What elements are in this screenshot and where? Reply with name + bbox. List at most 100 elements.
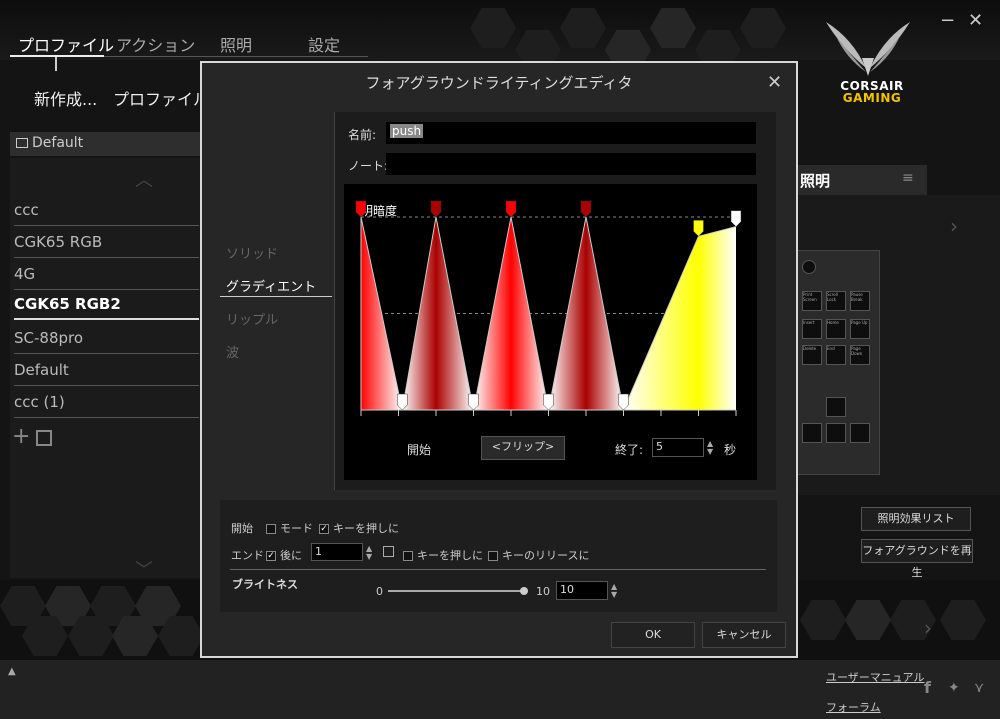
led-key[interactable] (802, 260, 816, 274)
end-time-input[interactable]: 5 (652, 438, 704, 457)
keyboard-key[interactable]: Page Up (850, 319, 870, 339)
option-ripple[interactable]: リップル (226, 309, 278, 328)
mode-checkbox[interactable]: モード (266, 520, 313, 536)
keyboard-key[interactable]: Delete (802, 345, 822, 365)
brightness-section-label: ブライトネス (232, 578, 298, 591)
chevron-right-icon[interactable]: › (924, 616, 932, 640)
color-stop-handle[interactable] (355, 200, 367, 218)
end-release-label: キーのリリースに (502, 549, 590, 562)
play-foreground-button[interactable]: フォアグラウンドを再生 (861, 539, 973, 579)
end-keypress-checkbox[interactable]: キーを押しに (403, 547, 483, 563)
import-profile-icon[interactable] (36, 430, 52, 446)
scroll-up-icon[interactable]: ︿ (135, 166, 153, 192)
profile-item[interactable]: ccc (1) (14, 388, 199, 418)
chevron-right-icon[interactable]: › (950, 214, 958, 238)
link-icon (383, 546, 394, 557)
start-keypress-box[interactable]: ✓ (319, 524, 329, 534)
lighting-panel-title: 照明 (800, 172, 831, 190)
keyboard-key[interactable]: Page Down (850, 345, 870, 365)
close-window-button[interactable]: ✕ (968, 10, 983, 31)
tab-actions[interactable]: アクション (116, 32, 195, 56)
profile-item[interactable]: CGK65 RGB (14, 228, 199, 258)
dialog-close-button[interactable]: ✕ (767, 72, 782, 93)
section-divider (230, 569, 766, 570)
keyboard-key[interactable]: Print Screen (802, 291, 822, 311)
end-after-input[interactable]: 1 (311, 543, 363, 561)
user-manual-link[interactable]: ユーザーマニュアル (826, 669, 924, 685)
add-profile-icon[interactable]: + (12, 426, 30, 448)
mode-checkbox-box[interactable] (266, 524, 276, 534)
expand-up-icon[interactable]: ▲ (8, 666, 16, 677)
profile-item-selected[interactable]: CGK65 RGB2 (14, 290, 199, 320)
facebook-icon[interactable]: f (924, 678, 931, 697)
name-input[interactable]: push (386, 122, 756, 144)
effect-list-button[interactable]: 照明効果リスト (861, 507, 971, 531)
end-release-checkbox[interactable]: キーのリリースに (488, 547, 589, 563)
keyboard-key[interactable]: Pause Break (850, 291, 870, 311)
minimize-button[interactable]: − (940, 10, 955, 31)
end-section-label: エンド (231, 549, 264, 562)
end-time-stepper[interactable]: ▲ ▼ (707, 440, 713, 456)
profile-item[interactable]: Default (14, 356, 199, 386)
arrow-right-key[interactable] (850, 423, 870, 443)
corsair-sails-icon (826, 22, 910, 76)
end-after-checkbox[interactable]: ✓ 後に (266, 547, 302, 563)
option-gradient[interactable]: グラディエント (226, 276, 316, 295)
brightness-slider-thumb[interactable] (520, 587, 528, 595)
end-after-box[interactable]: ✓ (266, 551, 276, 561)
menu-icon[interactable]: ≡ (902, 170, 914, 186)
corsair-small-icon[interactable]: ⋎ (974, 680, 984, 696)
forum-link[interactable]: フォーラム (826, 699, 881, 715)
profile-item[interactable]: SC-88pro (14, 324, 199, 354)
note-input[interactable] (386, 153, 756, 175)
color-stop-handle[interactable] (430, 200, 442, 218)
start-keypress-checkbox[interactable]: ✓ キーを押しに (319, 520, 399, 536)
brightness-min-label: 0 (376, 585, 383, 598)
brightness-input[interactable]: 10 (556, 581, 608, 600)
profile-item[interactable]: ccc (14, 196, 199, 226)
tab-lighting[interactable]: 照明 (220, 32, 252, 56)
start-keypress-label: キーを押しに (333, 522, 399, 535)
chip-icon (16, 138, 28, 148)
color-stop-handle[interactable] (730, 210, 742, 228)
name-value: push (390, 124, 424, 138)
tab-profile[interactable]: プロファイル (18, 32, 114, 56)
dialog-title: フォアグラウンドライティングエディタ (365, 74, 633, 92)
logo-text: CORSAIR GAMING (832, 80, 912, 104)
arrow-left-key[interactable] (802, 423, 822, 443)
flip-button[interactable]: <フリップ> (481, 436, 565, 460)
arrow-up-key[interactable] (826, 397, 846, 417)
twitter-icon[interactable]: ✦ (948, 680, 960, 696)
keyboard-key[interactable]: End (826, 345, 846, 365)
keyboard-key[interactable]: Home (826, 319, 846, 339)
profile-item[interactable]: 4G (14, 260, 199, 290)
arrow-down-key[interactable] (826, 423, 846, 443)
keyboard-key[interactable]: Insert (802, 319, 822, 339)
gradient-graph[interactable] (344, 184, 757, 424)
color-stop-handle[interactable] (505, 200, 517, 218)
option-selected-line (220, 296, 332, 297)
name-label: 名前: (348, 128, 377, 142)
new-profile-button[interactable]: 新作成... (34, 86, 97, 110)
tab-settings[interactable]: 設定 (308, 32, 340, 56)
color-stop-handle[interactable] (580, 200, 592, 218)
gradient-segment (698, 226, 736, 410)
end-keypress-box[interactable] (403, 551, 413, 561)
note-label: ノート: (348, 159, 389, 173)
brightness-slider-track[interactable] (388, 587, 528, 595)
scroll-down-icon[interactable]: ﹀ (135, 556, 153, 582)
end-after-stepper[interactable]: ▲ ▼ (366, 545, 372, 561)
profile-device-header[interactable]: Default (10, 132, 205, 156)
brightness-stepper[interactable]: ▲ ▼ (611, 583, 617, 599)
end-release-box[interactable] (488, 551, 498, 561)
cancel-button[interactable]: キャンセル (702, 622, 786, 648)
start-section-label: 開始 (231, 522, 253, 535)
option-wave[interactable]: 波 (226, 342, 239, 361)
color-stop-handle[interactable] (693, 220, 704, 237)
keyboard-key[interactable]: Scroll Lock (826, 291, 846, 311)
mode-label: モード (280, 522, 313, 535)
keyboard-preview: Print Screen Scroll Lock Pause Break Ins… (797, 250, 880, 475)
option-solid[interactable]: ソリッド (226, 243, 278, 262)
ok-button[interactable]: OK (611, 622, 695, 648)
brightness-max-label: 10 (536, 585, 550, 598)
